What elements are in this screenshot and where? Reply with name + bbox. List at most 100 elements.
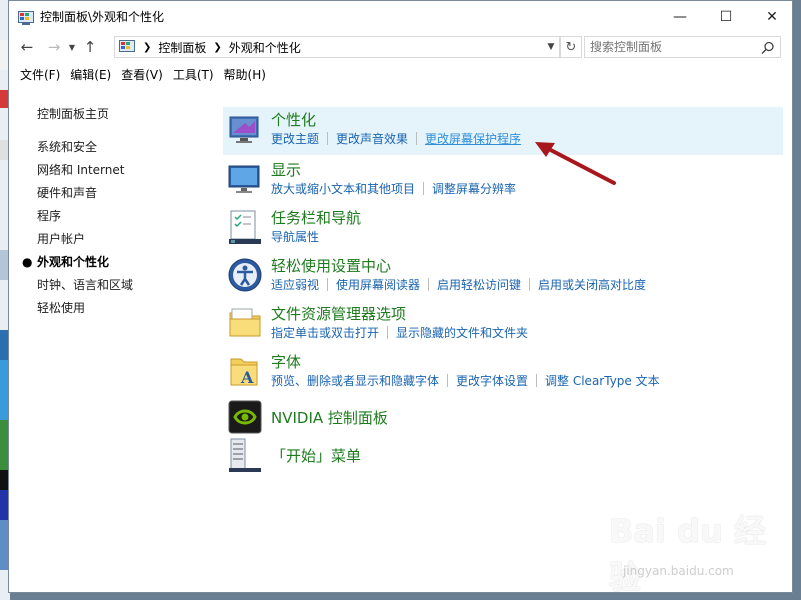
sidebar-item-hardware-sound[interactable]: 硬件和声音 [37, 182, 217, 205]
category-title[interactable]: NVIDIA 控制面板 [271, 407, 388, 428]
breadcrumb-separator-icon: ❯ [143, 41, 152, 53]
category-title[interactable]: 显示 [271, 159, 301, 180]
link-navigation-properties[interactable]: 导航属性 [271, 228, 319, 245]
navigation-bar: ← → ▼ ↑ ❯ 控制面板 ❯ 外观和个性化 ▼ ↻ [9, 32, 792, 62]
chevron-down-icon: ▼ [547, 42, 555, 52]
display-icon [227, 161, 263, 197]
address-dropdown-button[interactable]: ▼ [541, 36, 561, 58]
address-bar[interactable]: ❯ 控制面板 ❯ 外观和个性化 [114, 36, 560, 58]
sidebar-item-label: 外观和个性化 [37, 255, 110, 269]
category-start-menu[interactable]: 「开始」菜单 [223, 435, 783, 473]
sidebar-item-appearance[interactable]: ● 外观和个性化 [22, 251, 217, 274]
sidebar-item-programs[interactable]: 程序 [37, 205, 217, 228]
link-separator [327, 132, 329, 145]
category-nvidia[interactable]: NVIDIA 控制面板 [223, 397, 783, 435]
close-icon: ✕ [766, 8, 778, 25]
nvidia-icon [227, 399, 263, 435]
category-links: 放大或缩小文本和其他项目 调整屏幕分辨率 [271, 180, 516, 197]
close-button[interactable]: ✕ [749, 1, 792, 32]
refresh-icon: ↻ [565, 39, 577, 55]
link-cleartype[interactable]: 调整 ClearType 文本 [545, 372, 660, 389]
link-text-size[interactable]: 放大或缩小文本和其他项目 [271, 180, 415, 197]
category-fonts[interactable]: A 字体 预览、删除或者显示和隐藏字体 更改字体设置 调整 ClearType … [223, 349, 783, 393]
breadcrumb-separator-icon: ❯ [213, 41, 222, 53]
sidebar: 控制面板主页 系统和安全 网络和 Internet 硬件和声音 程序 用户帐户 … [22, 103, 217, 320]
control-panel-icon [18, 10, 34, 25]
fonts-icon: A [227, 353, 263, 389]
category-title[interactable]: 文件资源管理器选项 [271, 303, 406, 324]
category-title[interactable]: 「开始」菜单 [271, 445, 361, 466]
sidebar-item-network[interactable]: 网络和 Internet [37, 159, 217, 182]
link-show-hidden-files[interactable]: 显示隐藏的文件和文件夹 [396, 324, 528, 341]
menu-file[interactable]: 文件(F) [15, 66, 65, 83]
menu-edit[interactable]: 编辑(E) [65, 66, 116, 83]
recent-locations-button[interactable]: ▼ [65, 36, 79, 58]
link-separator [529, 278, 531, 291]
category-ease-of-access[interactable]: 轻松使用设置中心 适应弱视 使用屏幕阅读器 启用轻松访问键 启用或关闭高对比度 [223, 253, 783, 297]
breadcrumb-control-panel[interactable]: 控制面板 [158, 39, 206, 56]
link-separator [416, 132, 418, 145]
category-links: 更改主题 更改声音效果 更改屏幕保护程序 [271, 130, 521, 147]
category-personalization[interactable]: 个性化 更改主题 更改声音效果 更改屏幕保护程序 [223, 107, 783, 155]
breadcrumb-appearance[interactable]: 外观和个性化 [229, 39, 301, 56]
category-title[interactable]: 轻松使用设置中心 [271, 255, 391, 276]
watermark-url: jingyan.baidu.com [623, 564, 734, 578]
menu-view[interactable]: 查看(V) [116, 66, 168, 83]
back-button[interactable]: ← [16, 36, 38, 58]
menu-tools[interactable]: 工具(T) [168, 66, 219, 83]
category-links: 适应弱视 使用屏幕阅读器 启用轻松访问键 启用或关闭高对比度 [271, 276, 646, 293]
link-access-keys[interactable]: 启用轻松访问键 [437, 276, 521, 293]
chevron-down-icon: ▼ [68, 42, 76, 52]
category-links: 导航属性 [271, 228, 319, 245]
category-title[interactable]: 字体 [271, 351, 301, 372]
category-taskbar-navigation[interactable]: 任务栏和导航 导航属性 [223, 205, 783, 249]
sidebar-item-system-security[interactable]: 系统和安全 [37, 136, 217, 159]
control-panel-window: 控制面板\外观和个性化 — ☐ ✕ ← → ▼ ↑ ❯ 控制面板 ❯ 外观和个性… [8, 0, 793, 593]
sidebar-item-clock-language[interactable]: 时钟、语言和区域 [37, 274, 217, 297]
folder-options-icon [227, 305, 263, 341]
annotation-arrow-icon [535, 142, 616, 185]
watermark-logo: Bai du 经验 [609, 512, 766, 593]
refresh-button[interactable]: ↻ [560, 36, 582, 58]
category-file-explorer-options[interactable]: 文件资源管理器选项 指定单击或双击打开 显示隐藏的文件和文件夹 [223, 301, 783, 345]
link-single-double-click[interactable]: 指定单击或双击打开 [271, 324, 379, 341]
arrow-left-icon: ← [20, 38, 34, 56]
category-display[interactable]: 显示 放大或缩小文本和其他项目 调整屏幕分辨率 [223, 157, 783, 201]
link-manage-fonts[interactable]: 预览、删除或者显示和隐藏字体 [271, 372, 439, 389]
title-bar: 控制面板\外观和个性化 — ☐ ✕ [9, 1, 792, 32]
ease-of-access-icon [227, 257, 263, 293]
sidebar-item-ease-of-access[interactable]: 轻松使用 [37, 297, 217, 320]
link-separator [423, 182, 425, 195]
personalization-icon [227, 111, 263, 147]
link-change-sound-effects[interactable]: 更改声音效果 [336, 130, 408, 147]
start-menu-icon [227, 437, 263, 473]
category-title[interactable]: 个性化 [271, 109, 316, 130]
forward-button[interactable]: → [43, 36, 65, 58]
link-change-screen-saver[interactable]: 更改屏幕保护程序 [425, 130, 521, 147]
link-change-theme[interactable]: 更改主题 [271, 130, 319, 147]
search-input[interactable] [584, 36, 781, 58]
arrow-up-icon: ↑ [83, 38, 97, 56]
link-screen-resolution[interactable]: 调整屏幕分辨率 [432, 180, 516, 197]
search-icon[interactable] [761, 40, 775, 55]
link-font-settings[interactable]: 更改字体设置 [456, 372, 528, 389]
link-separator [447, 374, 449, 387]
minimize-icon: — [673, 8, 687, 25]
minimize-button[interactable]: — [657, 1, 703, 32]
menu-help[interactable]: 帮助(H) [219, 66, 271, 83]
menu-bar: 文件(F) 编辑(E) 查看(V) 工具(T) 帮助(H) [9, 62, 792, 86]
link-separator [536, 374, 538, 387]
control-panel-icon [119, 40, 135, 54]
sidebar-item-user-accounts[interactable]: 用户帐户 [37, 228, 217, 251]
link-separator [428, 278, 430, 291]
window-title: 控制面板\外观和个性化 [40, 10, 165, 24]
sidebar-home-link[interactable]: 控制面板主页 [37, 103, 217, 126]
category-title[interactable]: 任务栏和导航 [271, 207, 361, 228]
link-screen-reader[interactable]: 使用屏幕阅读器 [336, 276, 420, 293]
category-links: 指定单击或双击打开 显示隐藏的文件和文件夹 [271, 324, 528, 341]
maximize-button[interactable]: ☐ [703, 1, 749, 32]
link-low-vision[interactable]: 适应弱视 [271, 276, 319, 293]
link-high-contrast[interactable]: 启用或关闭高对比度 [538, 276, 646, 293]
up-button[interactable]: ↑ [79, 36, 101, 58]
arrow-right-icon: → [47, 38, 61, 56]
